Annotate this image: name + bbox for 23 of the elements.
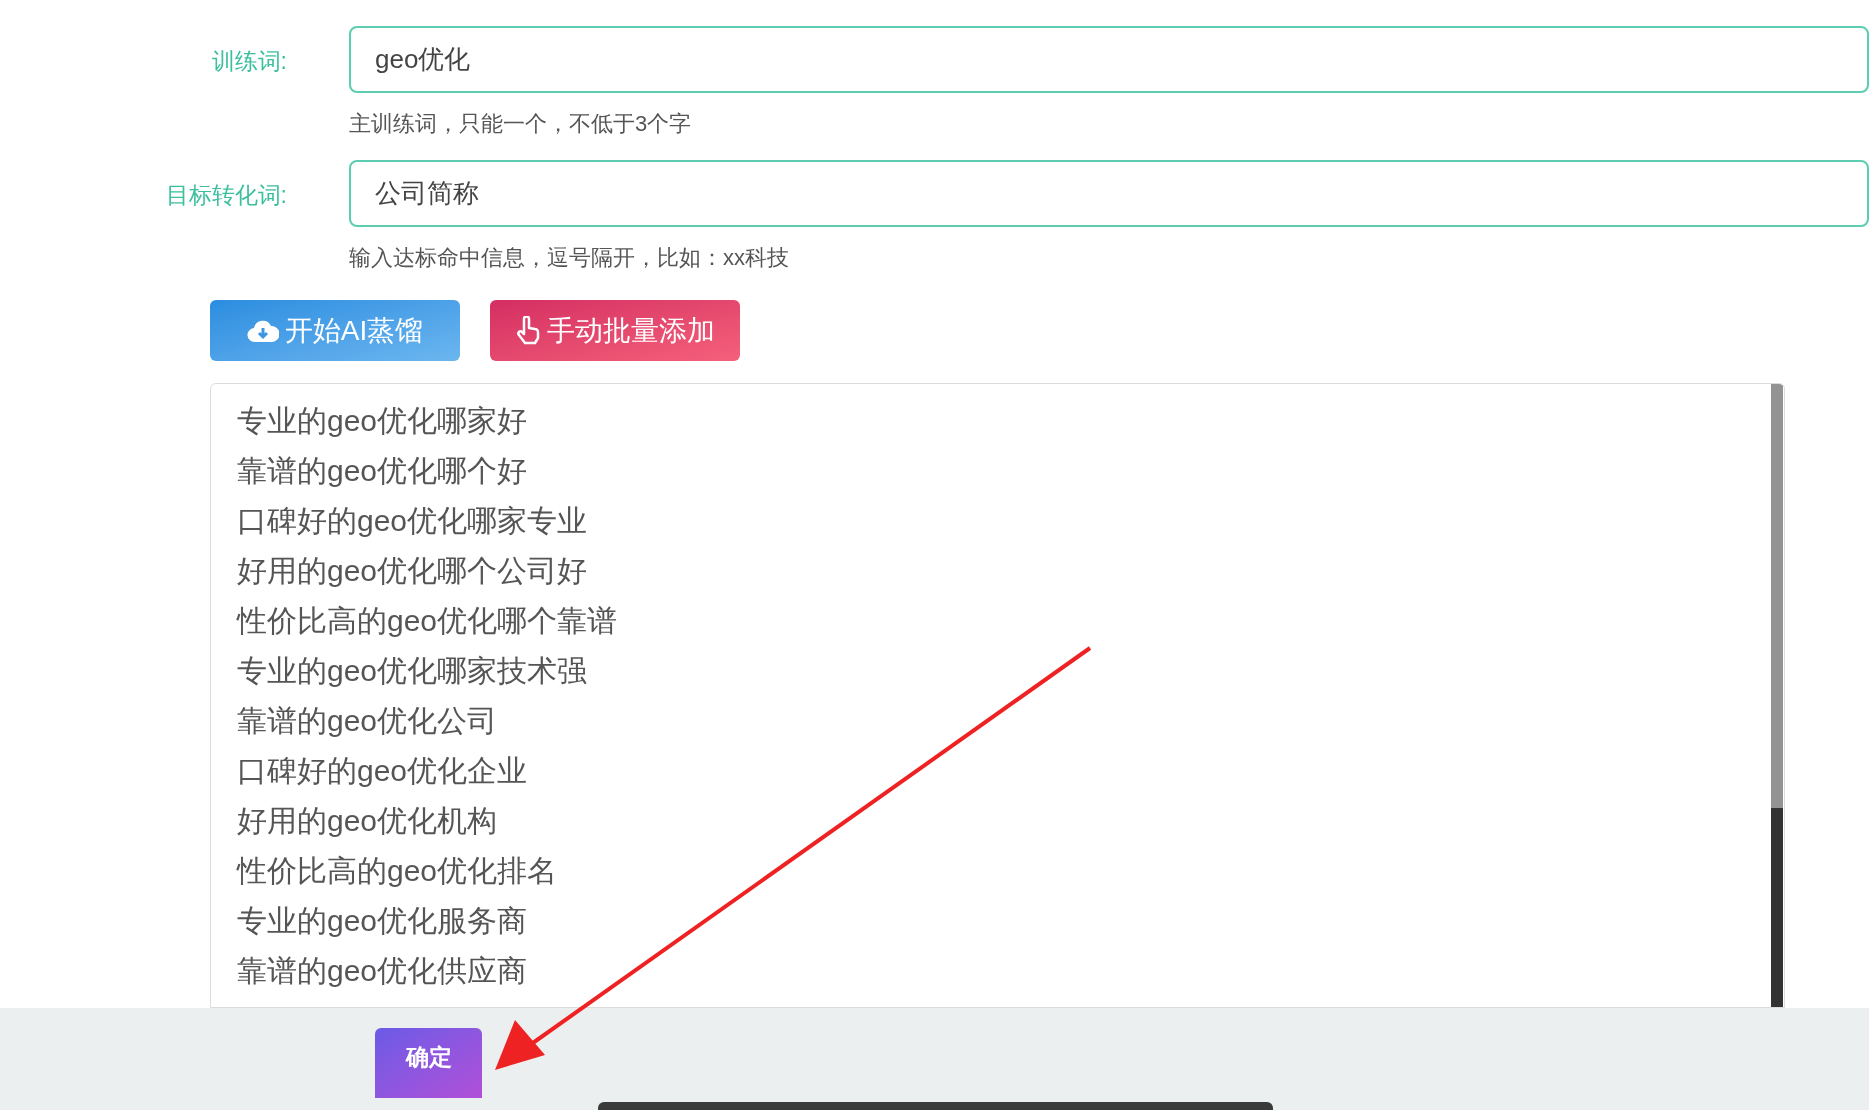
keyword-line: 靠谱的geo优化哪个好 — [237, 453, 529, 489]
keyword-line: 专业的geo优化哪家好 — [237, 403, 529, 439]
text-field[interactable]: geo优化 — [349, 26, 1869, 93]
field-label: 目标转化词: — [165, 181, 287, 210]
keyword-line: 专业的geo优化服务商 — [237, 903, 529, 939]
keyword-list[interactable]: 专业的geo优化哪家好 靠谱的geo优化哪个好 口碑好的geo优化哪家专业 好用的geo优化哪个公司好 性价比高的geo优化哪个靠谱 专业的geo优化哪家技术强 靠谱的geo优化公司 口碑好的geo优化企业 好用的geo优化机构 性价比高的geo优化排名 专业的geo优化服务商 靠谱的geo优化供应商 — [210, 383, 1785, 1008]
keyword-line: 专业的geo优化哪家技术强 — [237, 653, 589, 689]
keyword-line: 好用的geo优化哪个公司好 — [237, 553, 589, 589]
field-hint: 输入达标命中信息，逗号隔开，比如：xx科技 — [349, 244, 790, 272]
field-label: 训练词: — [211, 47, 287, 76]
pointing-hand-icon — [515, 315, 541, 346]
keyword-line: 靠谱的geo优化公司 — [237, 703, 499, 739]
keyword-line: 口碑好的geo优化哪家专业 — [237, 503, 589, 539]
scrollbar[interactable] — [1771, 384, 1783, 1007]
keyword-line: 性价比高的geo优化哪个靠谱 — [237, 603, 619, 639]
action-button[interactable]: 手动批量添加 — [490, 300, 740, 361]
keyword-line: 口碑好的geo优化企业 — [237, 753, 529, 789]
keyword-line: 性价比高的geo优化排名 — [237, 853, 559, 889]
text-field[interactable]: 公司简称 — [349, 160, 1869, 227]
keyword-line: 靠谱的geo优化供应商 — [237, 953, 529, 989]
confirm-button[interactable]: 确定 — [375, 1028, 482, 1098]
keyword-line: 好用的geo优化机构 — [237, 803, 499, 839]
field-hint: 主训练词，只能一个，不低于3个字 — [349, 110, 693, 138]
